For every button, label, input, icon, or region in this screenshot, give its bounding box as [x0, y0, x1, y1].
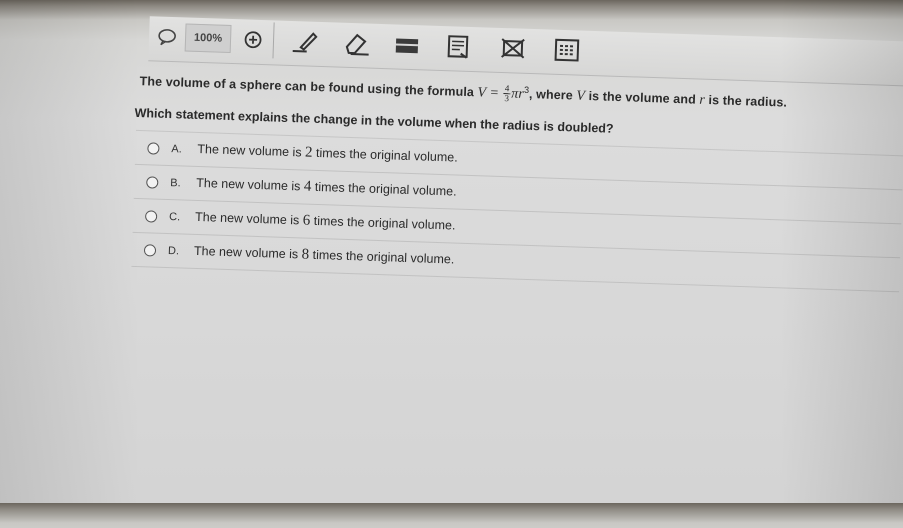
option-letter: D. [167, 244, 180, 257]
option-text-before: The new volume is [193, 243, 299, 262]
notepad-icon[interactable] [440, 30, 477, 63]
answer-options: A. The new volume is 2 times the origina… [131, 129, 903, 293]
option-text-before: The new volume is [197, 141, 302, 160]
calculator-icon[interactable] [548, 34, 585, 67]
option-number: 6 [302, 212, 311, 229]
formula-v: V = [477, 85, 500, 102]
fraction-denominator: 3 [504, 93, 510, 104]
stem-var-v: V [576, 88, 586, 104]
radio-button[interactable] [143, 243, 157, 257]
radio-button[interactable] [146, 175, 159, 189]
eliminate-icon[interactable] [494, 32, 531, 65]
option-text: The new volume is 2 times the original v… [197, 141, 458, 167]
highlighter-icon[interactable] [388, 28, 425, 61]
pencil-icon[interactable] [289, 25, 326, 58]
stem-text-4: is the radius. [708, 93, 788, 110]
stem-text-3: is the volume and [588, 89, 697, 107]
option-text-after: times the original volume. [314, 179, 457, 199]
stem-text: The volume of a sphere can be found usin… [139, 74, 475, 100]
option-text: The new volume is 8 times the original v… [194, 243, 455, 269]
stem-var-r: r [699, 92, 706, 108]
eraser-icon[interactable] [338, 27, 375, 60]
option-text-after: times the original volume. [313, 213, 456, 233]
option-number: 4 [303, 178, 312, 195]
option-letter: A. [171, 142, 183, 155]
option-number: 8 [301, 246, 310, 263]
formula-fraction: 43 [503, 83, 511, 104]
option-text-before: The new volume is [196, 175, 301, 194]
stem-text-2: , where [528, 87, 574, 103]
option-text: The new volume is 4 times the original v… [196, 175, 457, 201]
option-text-before: The new volume is [194, 209, 300, 228]
option-text-after: times the original volume. [312, 247, 455, 267]
zoom-level[interactable]: 100% [184, 23, 232, 53]
formula-tail: πr [510, 86, 525, 102]
zoom-in-icon[interactable] [241, 23, 266, 56]
option-text: The new volume is 6 times the original v… [195, 209, 456, 235]
comment-icon[interactable] [155, 20, 180, 53]
test-screen: 100% The volume of a sphere can be found… [0, 0, 903, 528]
option-text-after: times the original volume. [315, 145, 458, 165]
option-number: 2 [304, 144, 313, 161]
radio-button[interactable] [147, 141, 160, 155]
option-letter: C. [168, 210, 181, 223]
toolbar-divider [272, 22, 275, 59]
radio-button[interactable] [144, 209, 158, 223]
option-letter: B. [170, 176, 181, 189]
